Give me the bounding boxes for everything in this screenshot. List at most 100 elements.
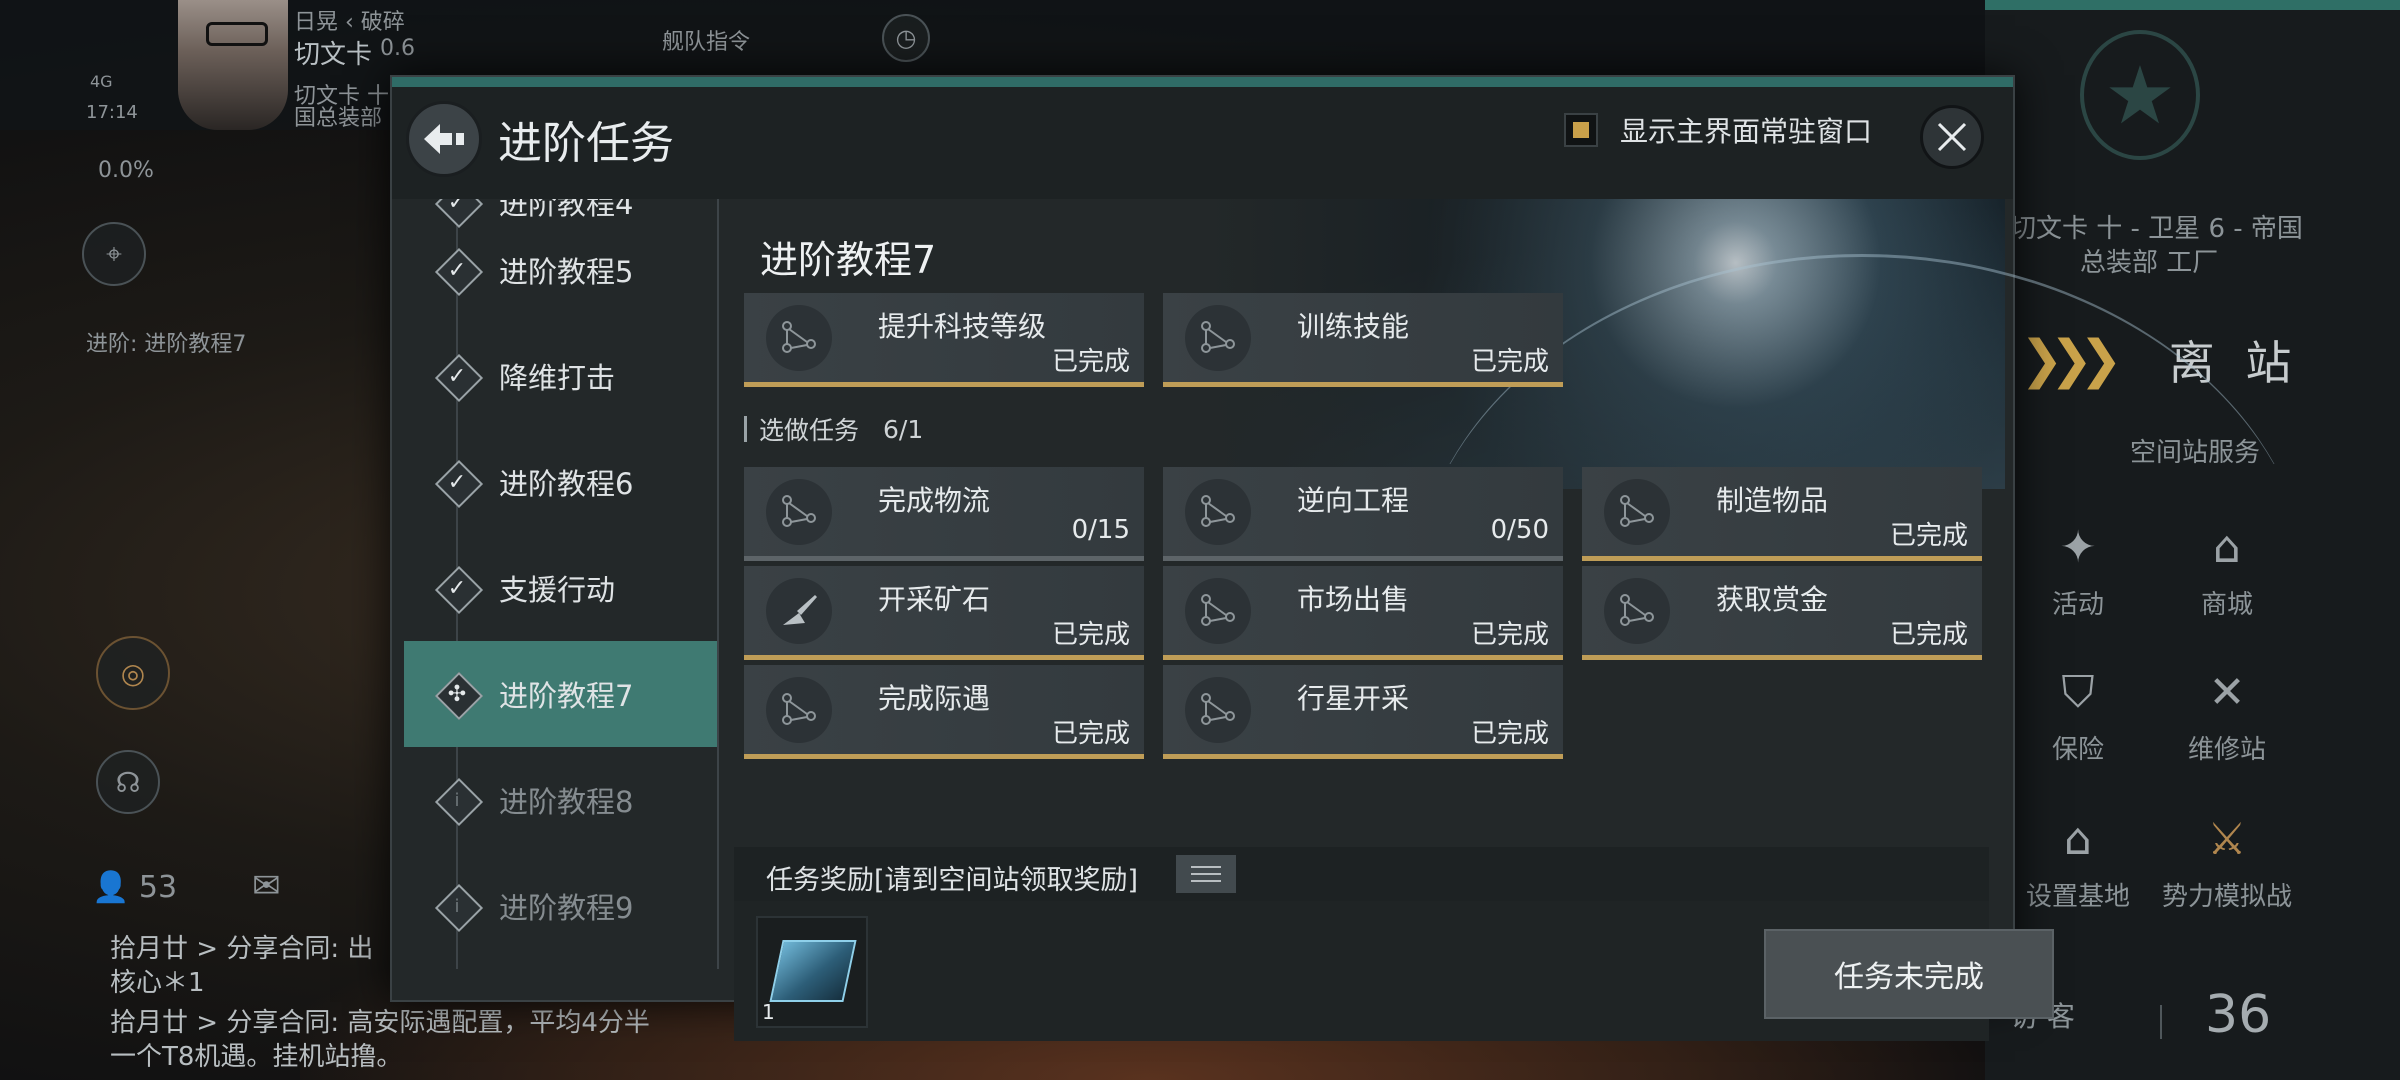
reward-menu-button[interactable] <box>1176 855 1236 893</box>
sidebar-item-support-action[interactable]: ✓ 支援行动 <box>404 535 719 641</box>
task-card[interactable]: 训练技能 已完成 <box>1163 293 1563 387</box>
task-card[interactable]: 逆向工程 0/50 <box>1163 467 1563 561</box>
branch-icon-graphic <box>782 495 816 527</box>
back-button[interactable] <box>406 101 482 177</box>
checkbox-fill <box>1573 122 1589 138</box>
task-name: 完成际遇 <box>878 682 991 715</box>
party-popper-icon: ✦ <box>2059 522 2097 573</box>
branch-icon <box>1185 479 1251 545</box>
task-name: 逆向工程 <box>1297 484 1410 517</box>
sidebar-item-label: 进阶教程8 <box>499 785 634 819</box>
online-count: 👤 53 <box>92 870 177 905</box>
service-label: 设置基地 <box>2025 882 2130 912</box>
mining-icon-graphic <box>783 595 817 625</box>
avatar[interactable] <box>178 0 288 130</box>
task-progress: 0/15 <box>1071 515 1130 545</box>
optional-tasks-count: 6/1 <box>883 414 924 444</box>
sidebar-item-tutorial-9[interactable]: i 进阶教程9 <box>404 853 719 959</box>
task-status: 已完成 <box>1889 620 1968 650</box>
section-title: 进阶教程7 <box>760 238 937 282</box>
sidebar-item-label: 支援行动 <box>499 573 616 607</box>
location-line-2: 总装部 工厂 <box>2080 248 2219 278</box>
service-faction-battle[interactable]: ⚔ 势力模拟战 <box>2152 812 2302 913</box>
corp-line-2: 国总装部 <box>294 106 383 131</box>
online-count-value: 53 <box>138 870 178 905</box>
task-incomplete-button[interactable]: 任务未完成 <box>1764 929 2054 1019</box>
faction-emblem-icon: ★ <box>2080 30 2200 160</box>
headset-icon[interactable]: ☊ <box>96 750 160 814</box>
chat-line[interactable]: 拾月廿 > 分享合同: 高安际遇配置，平均4分半 <box>110 1002 650 1039</box>
sidebar-item-label: 降维打击 <box>499 361 616 395</box>
service-label: 维修站 <box>2187 735 2266 765</box>
task-card[interactable]: 行星开采 已完成 <box>1163 665 1563 759</box>
task-card[interactable]: 完成际遇 已完成 <box>744 665 1144 759</box>
sidebar-item-tutorial-5[interactable]: ✓ 进阶教程5 <box>404 217 719 323</box>
task-card[interactable]: 开采矿石 已完成 <box>744 566 1144 660</box>
mining-icon <box>766 578 832 644</box>
player-name: 切文卡 <box>294 40 373 70</box>
task-name: 行星开采 <box>1297 682 1410 715</box>
task-status: 已完成 <box>1889 521 1968 551</box>
check-icon: ✓ <box>435 460 479 504</box>
optional-tasks-header: 选做任务 6/1 <box>744 411 923 447</box>
in-progress-icon: ✣ <box>435 672 479 716</box>
chat-line[interactable]: 核心＊1 <box>110 962 205 999</box>
task-name: 训练技能 <box>1297 310 1410 343</box>
service-activity[interactable]: ✦ 活动 <box>2003 520 2153 621</box>
reward-item-chip[interactable]: 1 <box>756 916 868 1028</box>
tutorial-sidebar[interactable]: ✓ 进阶教程4 ✓ 进阶教程5 ✓ 降维打击 ✓ 进阶教程6 ✓ 支援行动 ✣ … <box>404 199 719 969</box>
clock-icon[interactable]: ◷ <box>882 14 930 62</box>
chat-line[interactable]: 一个T8机遇。挂机站撸。 <box>110 1036 402 1073</box>
branch-icon <box>1185 305 1251 371</box>
task-card[interactable]: 获取赏金 已完成 <box>1582 566 1982 660</box>
service-home-base[interactable]: ⌂ 设置基地 <box>2003 812 2153 913</box>
sidebar-item-dimension-strike[interactable]: ✓ 降维打击 <box>404 323 719 429</box>
show-window-toggle[interactable]: 显示主界面常驻窗口 <box>1564 110 1872 150</box>
task-card[interactable]: 提升科技等级 已完成 <box>744 293 1144 387</box>
task-status: 已完成 <box>1051 620 1130 650</box>
check-icon: ✓ <box>435 566 479 610</box>
task-card[interactable]: 完成物流 0/15 <box>744 467 1144 561</box>
service-shop[interactable]: ⌂ 商城 <box>2152 520 2302 621</box>
task-status: 已完成 <box>1051 719 1130 749</box>
service-label: 保险 <box>2051 735 2104 765</box>
current-mission[interactable]: 进阶: 进阶教程7 <box>86 326 246 358</box>
close-button[interactable] <box>1920 105 1984 169</box>
branch-icon-graphic <box>1201 594 1235 626</box>
branch-icon-graphic <box>1620 594 1654 626</box>
branch-icon-graphic <box>782 321 816 353</box>
chat-line[interactable]: 拾月廿 > 分享合同: 出 <box>110 928 373 965</box>
service-label: 商城 <box>2200 590 2253 620</box>
shop-icon: ⌂ <box>2213 522 2241 573</box>
sidebar-item-tutorial-8[interactable]: i 进阶教程8 <box>404 747 719 853</box>
target-icon[interactable]: ◎ <box>96 636 170 710</box>
back-arrow-icon <box>424 124 464 154</box>
task-status: 已完成 <box>1051 347 1130 377</box>
branch-icon-graphic <box>1620 495 1654 527</box>
task-name: 市场出售 <box>1297 583 1410 616</box>
task-name: 获取赏金 <box>1716 583 1829 616</box>
task-card[interactable]: 制造物品 已完成 <box>1582 467 1982 561</box>
branch-icon <box>766 305 832 371</box>
branch-icon <box>766 677 832 743</box>
network-indicator: 4G <box>90 72 113 91</box>
service-label: 活动 <box>2051 590 2104 620</box>
task-card[interactable]: 市场出售 已完成 <box>1163 566 1563 660</box>
task-progress: 0/50 <box>1490 515 1549 545</box>
visitor-divider <box>2160 1005 2162 1039</box>
fleet-command[interactable]: 舰队指令 <box>662 24 750 56</box>
sidebar-item-tutorial-7[interactable]: ✣ 进阶教程7 <box>404 641 719 747</box>
show-window-checkbox[interactable] <box>1564 113 1598 147</box>
location-pin-icon[interactable]: ⌖ <box>82 222 146 286</box>
visitor-count: 36 <box>2205 985 2272 1045</box>
mail-icon[interactable]: ✉ <box>252 866 281 906</box>
service-insurance[interactable]: ⛉ 保险 <box>2003 665 2153 766</box>
task-name: 完成物流 <box>878 484 991 517</box>
show-window-label: 显示主界面常驻窗口 <box>1620 115 1873 148</box>
sidebar-item-tutorial-6[interactable]: ✓ 进阶教程6 <box>404 429 719 535</box>
service-label: 势力模拟战 <box>2161 882 2292 912</box>
clock: 17:14 <box>86 102 138 123</box>
service-repair[interactable]: ✕ 维修站 <box>2152 665 2302 766</box>
branch-icon-graphic <box>782 693 816 725</box>
cargo-percent: 0.0% <box>98 158 154 183</box>
